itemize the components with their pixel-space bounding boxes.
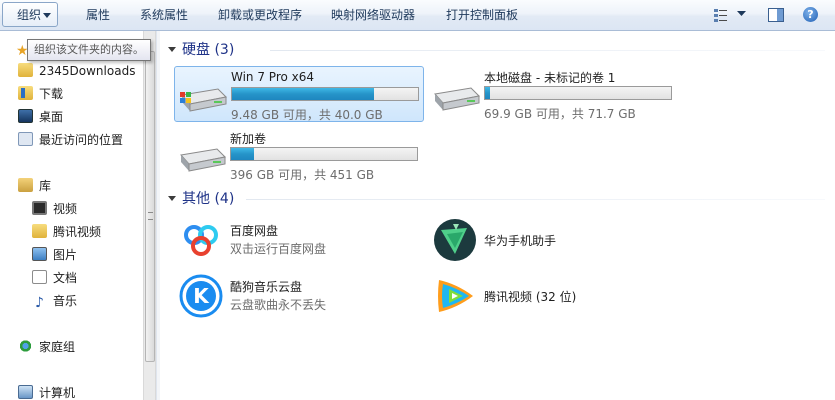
kugou-icon: K <box>179 274 223 318</box>
collapse-icon <box>168 196 176 201</box>
view-options-chevron-icon[interactable] <box>737 11 746 17</box>
documents-icon <box>32 270 47 284</box>
drive-new-volume[interactable]: 新加卷 396 GB 可用，共 451 GB <box>174 127 424 183</box>
music-icon: ♪ <box>35 295 44 311</box>
pictures-icon <box>32 247 47 261</box>
app-name: 百度网盘 <box>230 224 279 238</box>
navigation-pane: 2345Downloads 下载 桌面 最近访问的位置 库 视频 腾讯视频 图片… <box>0 31 143 400</box>
change-view-icon[interactable] <box>714 8 728 22</box>
nav-item-downloads[interactable]: 下载 <box>18 84 63 104</box>
drive-usage-bar <box>230 147 418 161</box>
folder-icon <box>32 224 47 238</box>
video-icon <box>32 201 47 215</box>
pane-splitter[interactable] <box>156 31 160 400</box>
group-divider <box>270 50 825 51</box>
recent-places-icon <box>18 132 33 146</box>
homegroup-icon <box>18 339 33 353</box>
grip-icon <box>148 212 153 220</box>
tencent-video-icon <box>438 280 473 312</box>
organize-tooltip: 组织该文件夹的内容。 <box>27 39 151 61</box>
drive-usage-fill <box>485 87 490 99</box>
nav-item-recent-places[interactable]: 最近访问的位置 <box>18 130 123 150</box>
group-divider <box>246 199 825 200</box>
app-description: 双击运行百度网盘 <box>230 242 327 256</box>
help-icon[interactable]: ? <box>803 7 818 22</box>
drive-name: Win 7 Pro x64 <box>231 70 315 84</box>
drive-usage-fill <box>232 88 374 100</box>
huawei-assistant-icon <box>434 219 476 261</box>
organize-label: 组织 <box>17 8 42 22</box>
app-baidu-netdisk[interactable]: 百度网盘 双击运行百度网盘 <box>174 218 424 266</box>
nav-item-desktop[interactable]: 桌面 <box>18 107 63 127</box>
nav-item-pictures[interactable]: 图片 <box>32 245 77 265</box>
app-name: 酷狗音乐云盘 <box>230 280 303 294</box>
hard-drive-icon <box>180 148 227 172</box>
hard-drive-icon <box>434 87 481 111</box>
group-header-other[interactable]: 其他 (4) <box>168 189 234 209</box>
nav-item-tencent-video[interactable]: 腾讯视频 <box>32 222 101 242</box>
collapse-icon <box>168 47 176 52</box>
drive-name: 本地磁盘 - 未标记的卷 1 <box>484 71 616 85</box>
app-tencent-video[interactable]: 腾讯视频 (32 位) <box>428 274 678 322</box>
group-header-hard-disks[interactable]: 硬盘 (3) <box>168 40 234 60</box>
desktop-icon <box>18 109 33 123</box>
app-huawei-assistant[interactable]: 华为手机助手 <box>428 218 678 266</box>
nav-scrollbar-thumb[interactable] <box>145 51 155 362</box>
folder-icon <box>18 63 33 77</box>
drive-free-space: 69.9 GB 可用，共 71.7 GB <box>484 107 636 121</box>
app-description: 云盘歌曲永不丢失 <box>230 298 327 312</box>
nav-item-videos[interactable]: 视频 <box>32 199 77 219</box>
app-name: 腾讯视频 (32 位) <box>484 290 577 304</box>
open-control-panel-button[interactable]: 打开控制面板 <box>446 0 518 30</box>
nav-item-documents[interactable]: 文档 <box>32 268 77 288</box>
nav-item-libraries[interactable]: 库 <box>18 176 51 196</box>
drive-free-space: 396 GB 可用，共 451 GB <box>230 168 375 182</box>
system-properties-button[interactable]: 系统属性 <box>140 0 188 30</box>
library-icon <box>18 178 33 192</box>
nav-scrollbar[interactable] <box>143 31 156 400</box>
uninstall-program-button[interactable]: 卸载或更改程序 <box>218 0 302 30</box>
drive-name: 新加卷 <box>230 132 267 146</box>
computer-icon <box>18 385 33 399</box>
app-name: 华为手机助手 <box>484 234 557 248</box>
nav-item-homegroup[interactable]: 家庭组 <box>18 337 75 357</box>
nav-item-2345downloads[interactable]: 2345Downloads <box>18 61 135 81</box>
downloads-icon <box>18 86 33 100</box>
map-network-drive-button[interactable]: 映射网络驱动器 <box>331 0 415 30</box>
drive-usage-bar <box>484 86 672 100</box>
drive-free-space: 9.48 GB 可用，共 40.0 GB <box>231 108 383 122</box>
baidu-netdisk-icon <box>180 219 222 261</box>
preview-pane-icon[interactable] <box>768 8 784 22</box>
drive-usage-fill <box>231 148 254 160</box>
drive-usage-bar <box>231 87 419 101</box>
app-kugou-cloud[interactable]: K 酷狗音乐云盘 云盘歌曲永不丢失 <box>174 274 424 322</box>
nav-item-music[interactable]: ♪ 音乐 <box>32 291 77 311</box>
chevron-down-icon <box>43 13 51 18</box>
command-bar: 组织 属性 系统属性 卸载或更改程序 映射网络驱动器 打开控制面板 ? <box>0 0 835 31</box>
svg-text:K: K <box>193 284 210 308</box>
nav-item-computer[interactable]: 计算机 <box>18 383 75 400</box>
drive-win7[interactable]: Win 7 Pro x64 9.48 GB 可用，共 40.0 GB <box>174 66 424 122</box>
properties-button[interactable]: 属性 <box>86 0 110 30</box>
drive-local-unlabeled[interactable]: 本地磁盘 - 未标记的卷 1 69.9 GB 可用，共 71.7 GB <box>428 66 678 122</box>
hard-drive-icon <box>180 88 228 112</box>
organize-button[interactable]: 组织 <box>2 2 58 27</box>
